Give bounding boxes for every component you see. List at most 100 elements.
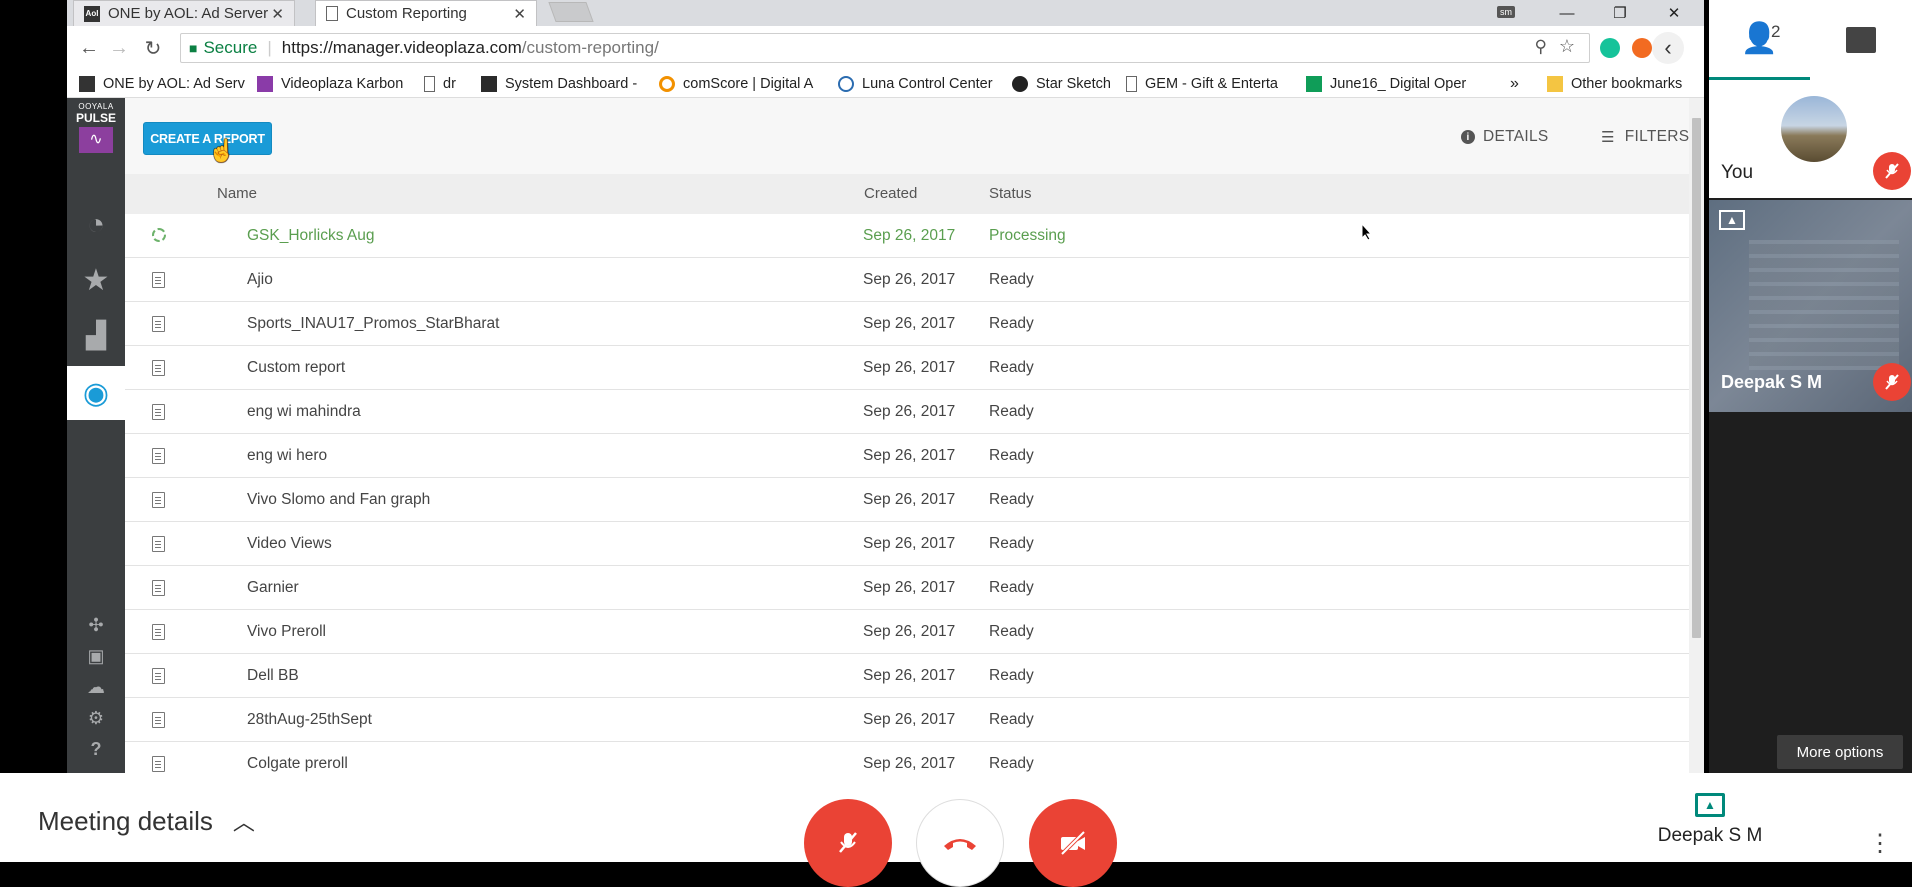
collapse-panel-icon[interactable]: ‹ xyxy=(1652,32,1684,64)
bookmark-item[interactable]: June16_ Digital Oper xyxy=(1306,74,1466,94)
filters-button[interactable]: ☰ FILTERS xyxy=(1601,122,1689,152)
extension-icon[interactable] xyxy=(1632,38,1652,58)
table-row[interactable]: 28thAug-25thSept Sep 26, 2017 Ready xyxy=(125,698,1692,742)
table-row[interactable]: Ajio Sep 26, 2017 Ready xyxy=(125,258,1692,302)
report-name[interactable]: Ajio xyxy=(247,271,273,289)
other-bookmarks[interactable]: Other bookmarks xyxy=(1547,74,1682,94)
forward-icon[interactable]: → xyxy=(107,36,131,60)
people-tab[interactable]: 👤 2 xyxy=(1709,0,1810,80)
tab-aol-ad-server[interactable]: Aol ONE by AOL: Ad Server ✕ xyxy=(73,0,295,26)
close-window-icon[interactable]: ✕ xyxy=(1654,0,1694,26)
report-document-icon xyxy=(152,668,165,684)
table-row[interactable]: Custom report Sep 26, 2017 Ready xyxy=(125,346,1692,390)
column-header-status[interactable]: Status xyxy=(989,185,1032,202)
report-name[interactable]: Garnier xyxy=(247,579,299,597)
bookmark-item[interactable]: dr xyxy=(424,74,456,94)
report-document-icon xyxy=(152,360,165,376)
close-tab-icon[interactable]: ✕ xyxy=(271,5,284,23)
tab-custom-reporting[interactable]: Custom Reporting ✕ xyxy=(315,0,537,26)
column-header-created[interactable]: Created xyxy=(864,185,917,202)
table-row[interactable]: GSK_Horlicks Aug Sep 26, 2017 Processing xyxy=(125,214,1692,258)
microphone-toggle-button[interactable] xyxy=(804,799,892,887)
you-participant-tile[interactable]: You xyxy=(1709,80,1912,198)
report-name[interactable]: eng wi mahindra xyxy=(247,403,361,421)
bookmark-item[interactable]: GEM - Gift & Enterta xyxy=(1126,74,1278,94)
report-name[interactable]: Sports_INAU17_Promos_StarBharat xyxy=(247,315,499,333)
report-name[interactable]: 28thAug-25thSept xyxy=(247,711,372,729)
grammarly-extension-icon[interactable] xyxy=(1600,38,1620,58)
report-document-icon xyxy=(152,492,165,508)
report-status: Ready xyxy=(989,623,1034,640)
table-row[interactable]: Garnier Sep 26, 2017 Ready xyxy=(125,566,1692,610)
report-name[interactable]: Colgate preroll xyxy=(247,755,348,773)
profile-badge[interactable]: sm xyxy=(1497,6,1515,18)
bookmark-star-icon[interactable]: ☆ xyxy=(1559,36,1575,57)
page-favicon-icon xyxy=(326,6,338,21)
close-tab-icon[interactable]: ✕ xyxy=(513,5,526,23)
reload-icon[interactable]: ↻ xyxy=(141,36,165,60)
bookmark-item[interactable]: comScore | Digital A xyxy=(659,74,813,94)
column-header-name[interactable]: Name xyxy=(217,185,257,202)
table-row[interactable]: Dell BB Sep 26, 2017 Ready xyxy=(125,654,1692,698)
pulse-logo[interactable]: OOYALA PULSE ∿ xyxy=(76,102,116,153)
minimize-icon[interactable]: — xyxy=(1547,0,1587,26)
dashboard-gauge-icon[interactable]: ◔ xyxy=(67,198,125,252)
omnibox-divider: | xyxy=(267,38,272,57)
table-row[interactable]: eng wi hero Sep 26, 2017 Ready xyxy=(125,434,1692,478)
back-icon[interactable]: ← xyxy=(77,36,101,60)
favorites-star-icon[interactable]: ★ xyxy=(67,253,125,307)
bookmark-item[interactable]: Luna Control Center xyxy=(838,74,993,94)
report-created: Sep 26, 2017 xyxy=(863,535,956,552)
table-row[interactable]: Sports_INAU17_Promos_StarBharat Sep 26, 2… xyxy=(125,302,1692,346)
meeting-details-button[interactable]: Meeting details ︿ xyxy=(38,805,255,837)
leave-call-button[interactable] xyxy=(916,799,1004,887)
scrollbar-thumb[interactable] xyxy=(1692,118,1701,638)
table-row[interactable]: eng wi mahindra Sep 26, 2017 Ready xyxy=(125,390,1692,434)
bookmark-item[interactable]: Star Sketch xyxy=(1012,74,1111,94)
bookmark-item[interactable]: System Dashboard - xyxy=(481,74,637,94)
cloud-upload-icon[interactable]: ☁ xyxy=(67,677,125,698)
report-status: Ready xyxy=(989,535,1034,552)
star-sketch-favicon-icon xyxy=(1012,76,1028,92)
report-name[interactable]: Custom report xyxy=(247,359,345,377)
report-document-icon xyxy=(152,272,165,288)
details-button[interactable]: i DETAILS xyxy=(1461,122,1549,152)
report-name[interactable]: GSK_Horlicks Aug xyxy=(247,227,375,245)
table-row[interactable]: Vivo Slomo and Fan graph Sep 26, 2017 Read… xyxy=(125,478,1692,522)
chat-tab[interactable] xyxy=(1810,0,1912,80)
bookmark-item[interactable]: ONE by AOL: Ad Serv xyxy=(79,74,245,94)
restore-icon[interactable]: ❐ xyxy=(1600,0,1640,26)
puzzle-icon[interactable]: ✣ xyxy=(67,615,125,636)
table-row[interactable]: Colgate preroll Sep 26, 2017 Ready xyxy=(125,742,1692,773)
presenter-indicator[interactable]: ▲ Deepak S M xyxy=(1640,793,1780,847)
custom-reporting-eye-icon[interactable]: ◉ xyxy=(67,366,125,420)
report-name[interactable]: Vivo Slomo and Fan graph xyxy=(247,491,430,509)
contacts-icon[interactable]: ▣ xyxy=(67,646,125,667)
bookmarks-bar: ONE by AOL: Ad Serv Videoplaza Karbon dr… xyxy=(67,70,1704,98)
camera-toggle-button[interactable] xyxy=(1029,799,1117,887)
report-name[interactable]: Video Views xyxy=(247,535,332,553)
report-status: Ready xyxy=(989,667,1034,684)
page-scrollbar[interactable] xyxy=(1689,98,1704,773)
bookmark-item[interactable]: Videoplaza Karbon xyxy=(257,74,403,94)
page-favicon-icon xyxy=(424,76,435,92)
more-options-kebab-icon[interactable]: ⋮ xyxy=(1868,829,1892,858)
help-icon[interactable]: ? xyxy=(67,739,125,760)
analytics-bar-chart-icon[interactable]: ▟ xyxy=(67,308,125,362)
table-row[interactable]: Vivo Preroll Sep 26, 2017 Ready xyxy=(125,610,1692,654)
new-tab-button[interactable] xyxy=(548,2,594,22)
presenter-participant-tile[interactable]: ▲ Deepak S M xyxy=(1709,200,1912,412)
karbon-favicon-icon xyxy=(257,76,273,92)
report-status: Processing xyxy=(989,227,1066,244)
report-name[interactable]: Dell BB xyxy=(247,667,299,685)
dashboard-favicon-icon xyxy=(481,76,497,92)
report-name[interactable]: eng wi hero xyxy=(247,447,327,465)
reports-header: CREATE A REPORT i DETAILS ☰ FILTERS xyxy=(125,98,1692,174)
address-bar[interactable]: ■ Secure | https://manager.videoplaza.co… xyxy=(180,33,1590,63)
settings-gear-icon[interactable]: ⚙ xyxy=(67,708,125,729)
table-row[interactable]: Video Views Sep 26, 2017 Ready xyxy=(125,522,1692,566)
zoom-icon[interactable]: ⚲ xyxy=(1535,37,1547,57)
report-name[interactable]: Vivo Preroll xyxy=(247,623,326,641)
bookmarks-overflow-icon[interactable]: » xyxy=(1510,74,1519,94)
screen-thumbnail xyxy=(1749,240,1899,370)
